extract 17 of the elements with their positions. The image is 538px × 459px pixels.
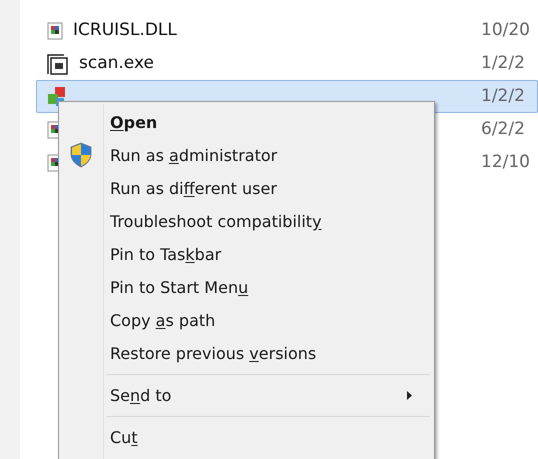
menu-item-label: Run as administrator bbox=[110, 144, 278, 166]
file-name: scan.exe bbox=[79, 52, 154, 75]
menu-item-label: Send to bbox=[110, 384, 172, 406]
file-date: 12/10 bbox=[481, 150, 531, 174]
menu-item-label: Restore previous versions bbox=[110, 342, 316, 364]
menu-item-label: Open bbox=[110, 112, 158, 134]
menu-item-label: Copy as path bbox=[110, 310, 216, 332]
menu-item-label: Troubleshoot compatibility bbox=[110, 210, 322, 232]
file-date: 1/2/2 bbox=[481, 84, 526, 108]
menu-item-label: Cut bbox=[110, 426, 138, 448]
menu-item-label: Run as different user bbox=[110, 178, 277, 200]
file-date: 6/2/2 bbox=[481, 118, 526, 141]
menu-item-label: Pin to Taskbar bbox=[110, 244, 222, 266]
file-date: 10/20 bbox=[481, 18, 531, 42]
menu-item-label: Pin to Start Menu bbox=[110, 276, 248, 298]
file-name: ICRUISL.DLL bbox=[73, 18, 177, 42]
file-date: 1/2/2 bbox=[481, 52, 526, 75]
